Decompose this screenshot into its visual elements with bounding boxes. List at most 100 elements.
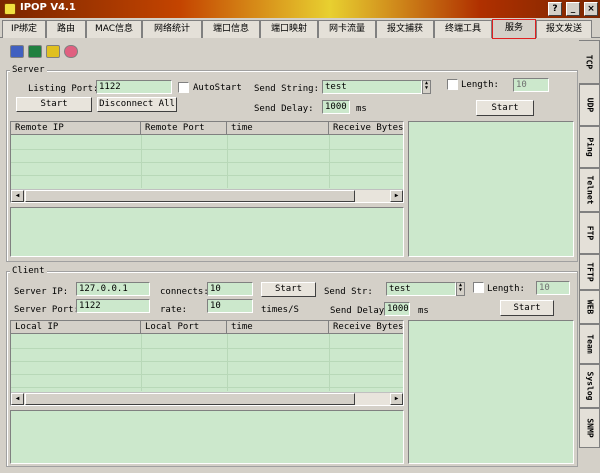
col-local-ip[interactable]: Local IP: [11, 321, 141, 333]
side-tab-ping[interactable]: Ping: [579, 126, 600, 168]
tab-port-map[interactable]: 端口映射: [260, 20, 318, 38]
scroll-right-icon[interactable]: ▶: [390, 190, 403, 202]
server-ip-label: Server IP:: [14, 287, 69, 297]
client-length-checkbox[interactable]: [473, 282, 484, 293]
send-str-input[interactable]: test: [386, 282, 456, 296]
grid-divider: [141, 334, 142, 391]
client-send-start-button[interactable]: Start: [500, 300, 554, 316]
side-tab-ftp[interactable]: FTP: [579, 212, 600, 254]
table-row: [11, 162, 403, 163]
server-receive-pane[interactable]: [408, 121, 574, 257]
server-send-delay-unit: ms: [356, 104, 367, 114]
col-remote-ip[interactable]: Remote IP: [11, 122, 141, 134]
grid-divider: [329, 135, 330, 188]
connects-label: connects:: [160, 287, 209, 297]
send-str-label: Send Str:: [324, 287, 373, 297]
client-start-button[interactable]: Start: [261, 282, 316, 297]
send-str-spinner[interactable]: ▲ ▼: [456, 282, 465, 296]
tab-nic-traffic[interactable]: 网卡流量: [318, 20, 376, 38]
col-local-port[interactable]: Local Port: [141, 321, 227, 333]
tab-terminal-tools[interactable]: 终端工具: [434, 20, 492, 38]
grid-divider: [227, 135, 228, 188]
col-remote-port[interactable]: Remote Port: [141, 122, 227, 134]
server-table-hscroll[interactable]: ◀ ▶: [11, 189, 403, 202]
side-tab-tcp[interactable]: TCP: [579, 40, 600, 84]
side-tab-snmp[interactable]: SNMP: [579, 408, 600, 448]
server-send-start-button[interactable]: Start: [476, 100, 534, 116]
tab-ip-bind[interactable]: IP绑定: [2, 20, 46, 38]
help-button[interactable]: ?: [548, 2, 562, 16]
client-length-label: Length:: [487, 284, 525, 294]
client-send-delay-input[interactable]: 1000: [384, 302, 410, 316]
send-string-label: Send String:: [254, 84, 320, 94]
heart-icon[interactable]: [64, 45, 78, 58]
scroll-thumb[interactable]: [25, 190, 355, 202]
col-receive-bytes[interactable]: Receive Bytes: [329, 122, 403, 134]
client-connection-table[interactable]: Local IP Local Port time Receive Bytes ◀…: [10, 320, 404, 406]
table-row: [11, 348, 403, 349]
table-row: [11, 149, 403, 150]
minimize-button[interactable]: _: [566, 2, 580, 16]
side-tab-team[interactable]: Team: [579, 324, 600, 364]
send-string-input[interactable]: test: [322, 80, 422, 94]
rate-label: rate:: [160, 305, 188, 315]
col-receive-bytes[interactable]: Receive Bytes: [329, 321, 403, 333]
server-connection-table[interactable]: Remote IP Remote Port time Receive Bytes…: [10, 121, 404, 203]
title-bar[interactable]: [0, 0, 600, 18]
server-log-pane[interactable]: [10, 207, 404, 257]
server-send-delay-label: Send Delay:: [254, 104, 314, 114]
scroll-left-icon[interactable]: ◀: [11, 190, 24, 202]
table-row: [11, 175, 403, 176]
tab-mac-info[interactable]: MAC信息: [86, 20, 142, 38]
send-string-spinner[interactable]: ▲ ▼: [422, 80, 431, 94]
side-tab-web[interactable]: WEB: [579, 290, 600, 324]
side-tab-syslog[interactable]: Syslog: [579, 364, 600, 408]
col-time[interactable]: time: [227, 321, 329, 333]
side-tab-telnet[interactable]: Telnet: [579, 168, 600, 212]
autostart-checkbox[interactable]: [178, 82, 189, 93]
tab-net-stats[interactable]: 网络统计: [142, 20, 202, 38]
server-start-button[interactable]: Start: [16, 97, 92, 112]
listing-port-input[interactable]: 1122: [96, 80, 172, 94]
scroll-right-icon[interactable]: ▶: [390, 393, 403, 405]
side-tab-udp[interactable]: UDP: [579, 84, 600, 126]
rate-input[interactable]: 10: [207, 299, 253, 313]
client-group-label: Client: [10, 266, 47, 276]
server-port-input[interactable]: 1122: [76, 299, 150, 313]
close-button[interactable]: ×: [584, 2, 598, 16]
tab-route[interactable]: 路由: [46, 20, 86, 38]
disconnect-all-button[interactable]: Disconnect All: [97, 97, 177, 112]
client-table-hscroll[interactable]: ◀ ▶: [11, 392, 403, 405]
tab-packet-capture[interactable]: 报文捕获: [376, 20, 434, 38]
client-send-delay-label: Send Delay:: [330, 306, 390, 316]
table-row: [11, 361, 403, 362]
window-title: IPOP V4.1: [20, 2, 76, 13]
tab-port-info[interactable]: 端口信息: [202, 20, 260, 38]
tab-service[interactable]: 服务: [492, 19, 536, 39]
server-length-label: Length:: [461, 80, 499, 90]
side-tab-tftp[interactable]: TFTP: [579, 254, 600, 290]
client-length-input[interactable]: 10: [536, 281, 570, 295]
app-icon: [4, 3, 16, 15]
client-log-pane[interactable]: [10, 410, 404, 464]
server-ip-input[interactable]: 127.0.0.1: [76, 282, 150, 296]
main-tab-bar: IP绑定 路由 MAC信息 网络统计 端口信息 端口映射 网卡流量 报文捕获 终…: [0, 19, 600, 39]
server-send-delay-input[interactable]: 1000: [322, 100, 350, 114]
scroll-thumb[interactable]: [25, 393, 355, 405]
network-icon[interactable]: [28, 45, 42, 58]
scroll-left-icon[interactable]: ◀: [11, 393, 24, 405]
grid-divider: [141, 135, 142, 188]
server-length-checkbox[interactable]: [447, 79, 458, 90]
grid-divider: [329, 334, 330, 391]
shield-icon[interactable]: [46, 45, 60, 58]
table-row: [11, 387, 403, 388]
client-send-delay-unit: ms: [418, 306, 429, 316]
rate-unit: times/S: [261, 305, 299, 315]
server-group-label: Server: [10, 65, 47, 75]
col-time[interactable]: time: [227, 122, 329, 134]
tab-packet-send[interactable]: 报文发送: [536, 20, 592, 38]
server-length-input[interactable]: 10: [513, 78, 549, 92]
save-icon[interactable]: [10, 45, 24, 58]
connects-input[interactable]: 10: [207, 282, 253, 296]
client-receive-pane[interactable]: [408, 320, 574, 464]
